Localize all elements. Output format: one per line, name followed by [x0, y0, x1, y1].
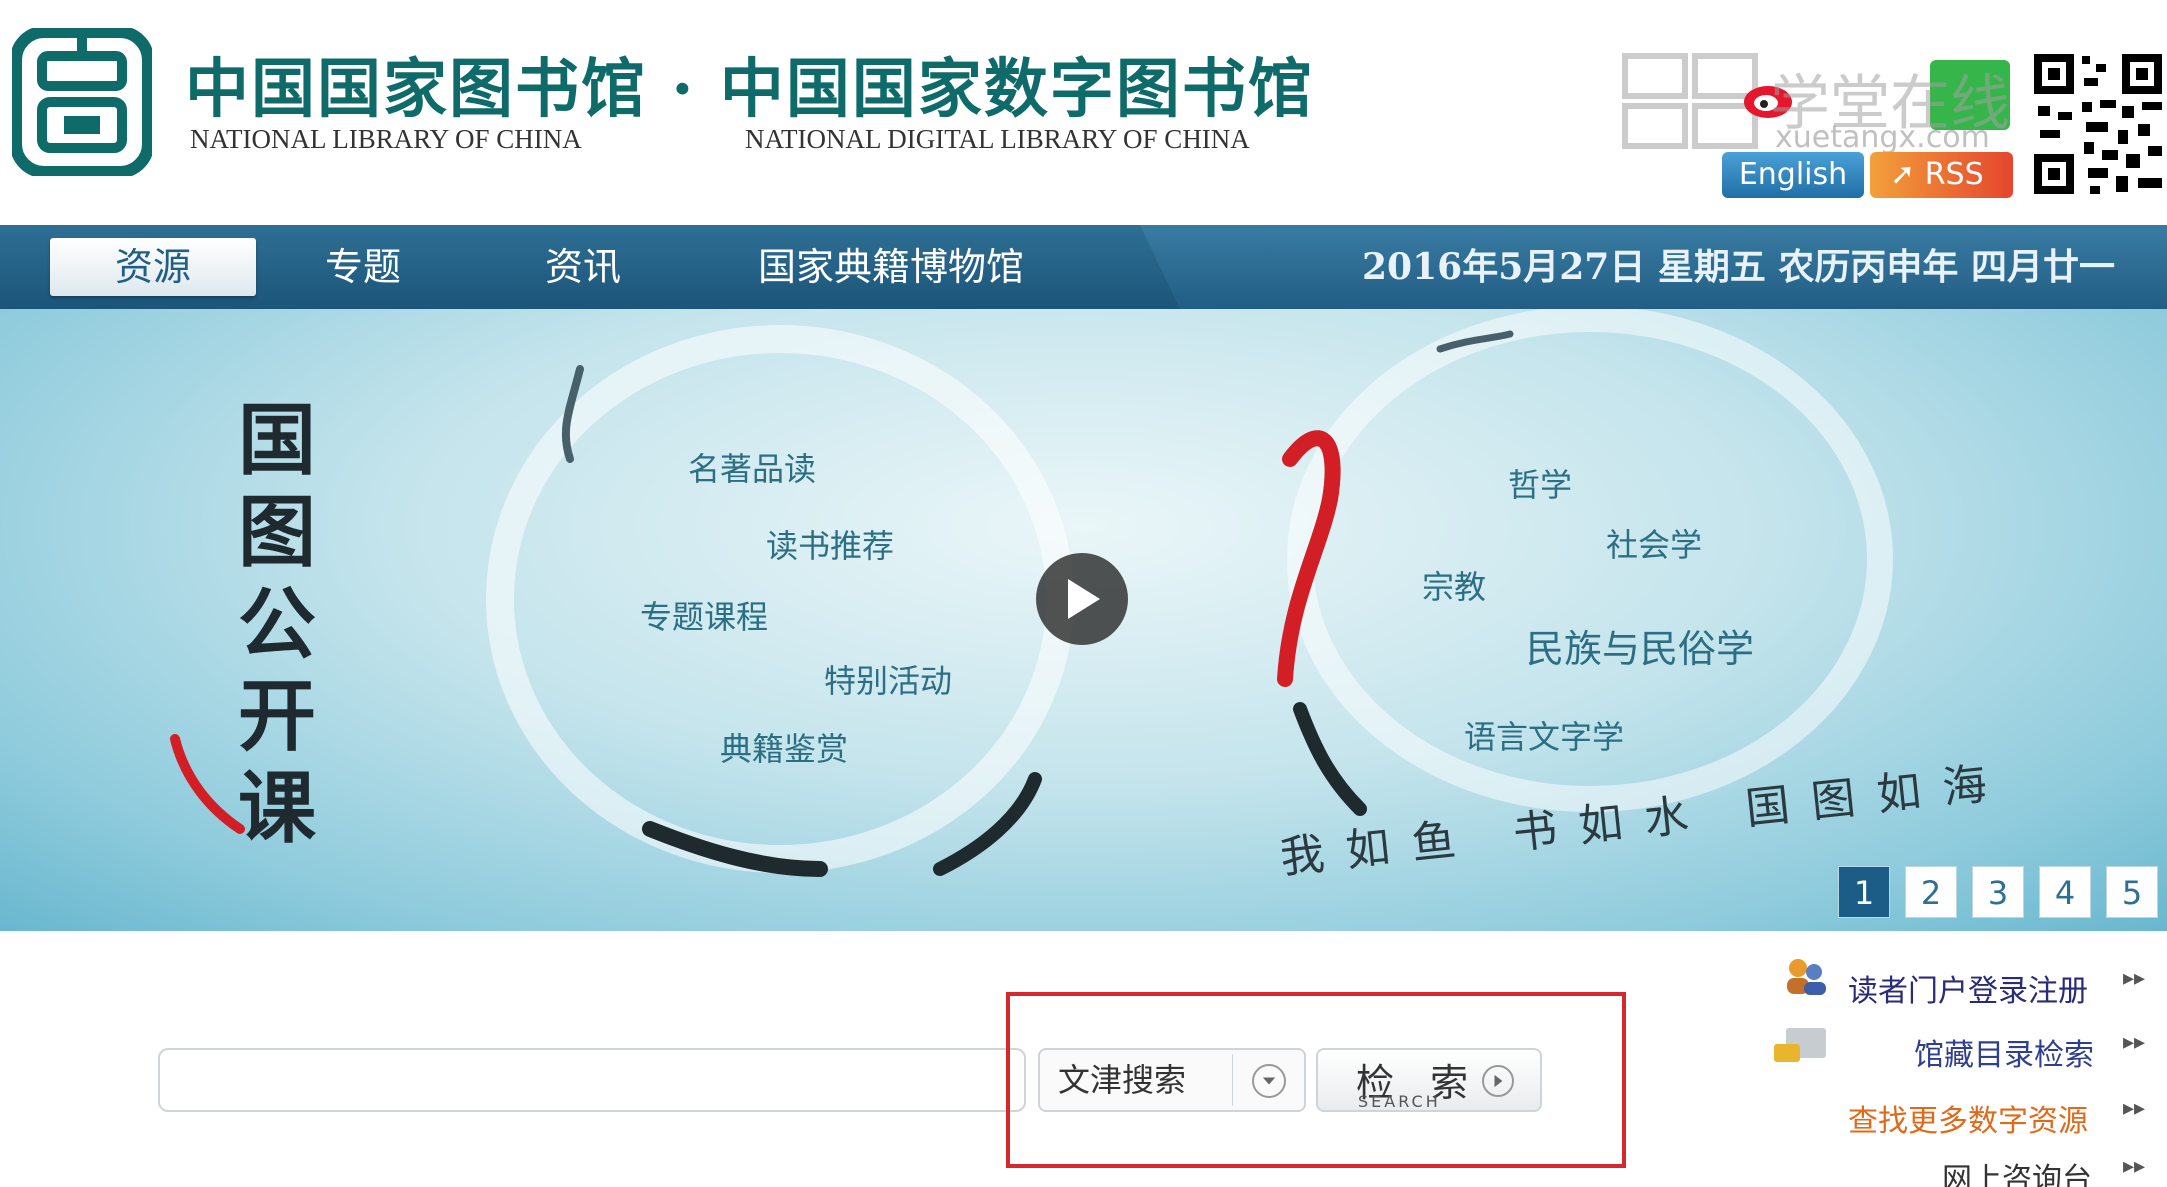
site-subtitle-nlc: NATIONAL LIBRARY OF CHINA [190, 124, 582, 154]
english-button[interactable]: English [1722, 152, 1864, 198]
nav-tab-resources[interactable]: 资源 [50, 238, 256, 296]
site-title: 中国国家图书馆 · 中国国家数字图书馆 [185, 52, 1314, 127]
search-input[interactable] [158, 1048, 1026, 1112]
topic-link-classics[interactable]: 名著品读 [688, 444, 816, 490]
watermark-url: xuetangx.com [1775, 120, 1990, 155]
carousel-page-5[interactable]: 5 [2106, 866, 2158, 918]
banner-title: 国图公开课 [238, 395, 317, 854]
rss-label: RSS [1924, 157, 1984, 192]
side-link-reader-portal[interactable]: 读者门户登录注册 [1848, 966, 2088, 1010]
site-subtitle-ndlc: NATIONAL DIGITAL LIBRARY OF CHINA [745, 124, 1250, 154]
library-logo-icon[interactable] [12, 28, 152, 176]
nav-tab-topics[interactable]: 专题 [325, 238, 401, 296]
topic-link-recommend[interactable]: 读书推荐 [766, 521, 894, 567]
play-icon [1068, 579, 1100, 619]
carousel-page-4[interactable]: 4 [2039, 866, 2091, 918]
user-group-icon [1787, 959, 1826, 995]
annotation-highlight-box [1006, 992, 1626, 1168]
carousel-page-1[interactable]: 1 [1838, 866, 1890, 918]
double-chevron-right-icon: ▸▸ [2123, 1096, 2146, 1121]
carousel-page-2[interactable]: 2 [1905, 866, 1957, 918]
topic-link-ethnology[interactable]: 民族与民俗学 [1526, 618, 1754, 673]
nav-tab-museum[interactable]: 国家典籍博物馆 [758, 238, 1024, 296]
video-play-button[interactable] [1036, 553, 1128, 645]
rss-icon: ➚ [1890, 157, 1916, 192]
side-link-catalog-search[interactable]: 馆藏目录检索 [1914, 1030, 2094, 1074]
topic-link-courses[interactable]: 专题课程 [640, 592, 768, 638]
topic-link-sociology[interactable]: 社会学 [1606, 520, 1702, 566]
rss-button[interactable]: ➚ RSS [1870, 152, 2013, 198]
current-date: 2016年5月27日 星期五 农历丙申年 四月廿一 [1362, 246, 2115, 288]
side-link-more-resources[interactable]: 查找更多数字资源 [1848, 1096, 2088, 1140]
qr-code-icon [2030, 50, 2167, 200]
topic-link-religion[interactable]: 宗教 [1422, 562, 1486, 608]
double-chevron-right-icon: ▸▸ [2123, 966, 2146, 991]
topic-link-philosophy[interactable]: 哲学 [1508, 460, 1572, 506]
double-chevron-right-icon: ▸▸ [2123, 1030, 2146, 1055]
catalog-icon [1774, 1028, 1826, 1062]
topic-link-linguistics[interactable]: 语言文字学 [1464, 712, 1624, 758]
header: 中国国家图书馆 · 中国国家数字图书馆 NATIONAL LIBRARY OF … [0, 0, 2167, 225]
topic-link-events[interactable]: 特别活动 [824, 656, 952, 702]
nav-tab-news[interactable]: 资讯 [545, 238, 621, 296]
carousel-page-3[interactable]: 3 [1972, 866, 2024, 918]
topic-link-ancient-books[interactable]: 典籍鉴赏 [720, 724, 848, 770]
side-link-online-help[interactable]: 网上咨询台 [1942, 1154, 2092, 1187]
double-chevron-right-icon: ▸▸ [2123, 1154, 2146, 1179]
